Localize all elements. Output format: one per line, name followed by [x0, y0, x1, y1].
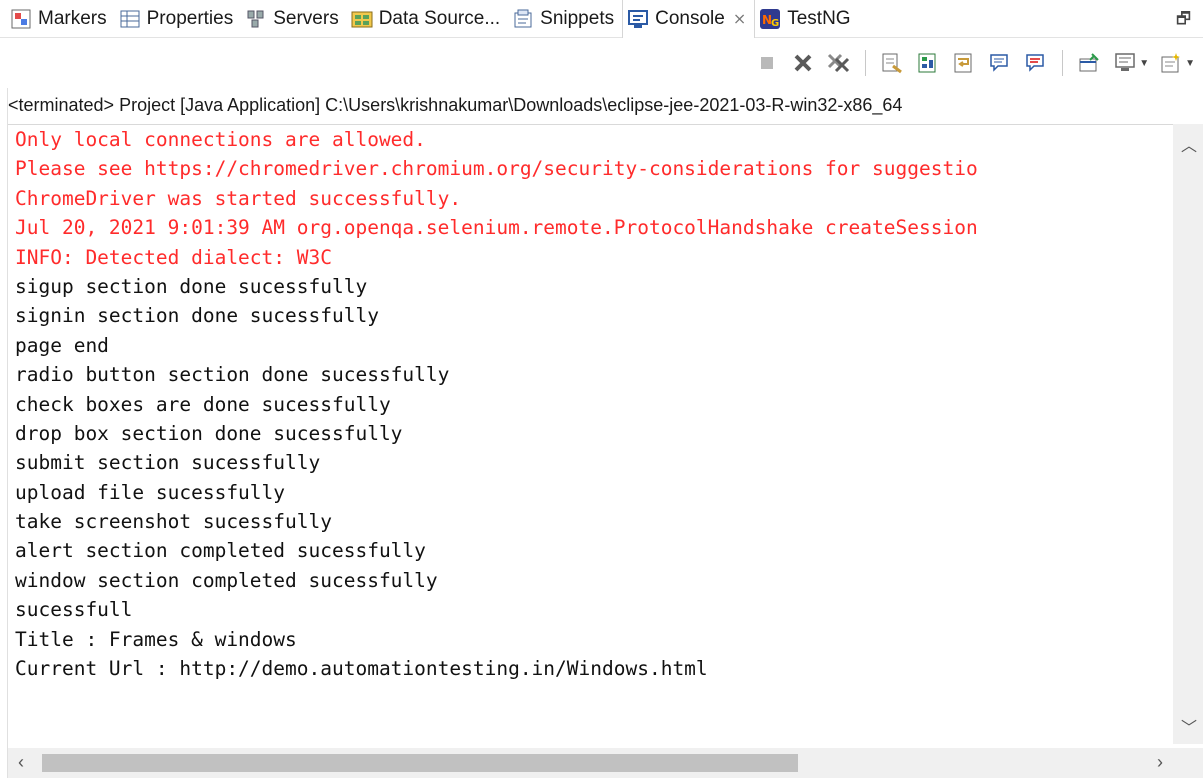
console-line: INFO: Detected dialect: W3C — [15, 245, 332, 269]
vertical-scrollbar[interactable]: ︿ ﹀ — [1173, 124, 1203, 744]
console-line: window section completed sucessfully — [15, 568, 438, 592]
console-line: Current Url : http://demo.automationtest… — [15, 657, 708, 681]
markers-icon — [10, 8, 32, 30]
clear-console-icon[interactable] — [878, 49, 906, 77]
console-line: alert section completed sucessfully — [15, 539, 426, 563]
console-line: drop box section done sucessfully — [15, 421, 403, 445]
console-line: upload file sucessfully — [15, 480, 286, 504]
scroll-lock-icon[interactable] — [914, 49, 942, 77]
testng-icon: NG — [759, 8, 781, 30]
console-line: take screenshot sucessfully — [15, 510, 332, 534]
data-source-icon — [351, 8, 373, 30]
close-icon[interactable]: ⨯ — [733, 9, 746, 29]
tab-console[interactable]: Console ⨯ — [622, 0, 756, 38]
horizontal-scroll-thumb[interactable] — [42, 754, 798, 772]
servers-icon — [245, 8, 267, 30]
tab-servers[interactable]: Servers — [241, 0, 346, 38]
remove-all-terminated-icon[interactable] — [825, 49, 853, 77]
show-on-stdout-icon[interactable] — [986, 49, 1014, 77]
console-icon — [627, 8, 649, 30]
console-line: signin section done sucessfully — [15, 304, 379, 328]
terminate-icon[interactable] — [753, 49, 781, 77]
tab-snippets[interactable]: Snippets — [508, 0, 622, 38]
display-selected-console-icon[interactable] — [1111, 49, 1139, 77]
open-console-icon[interactable] — [1157, 49, 1185, 77]
console-line: radio button section done sucessfully — [15, 363, 450, 387]
tab-properties[interactable]: Properties — [115, 0, 242, 38]
chevron-down-icon[interactable]: ▼ — [1185, 58, 1195, 69]
word-wrap-icon[interactable] — [950, 49, 978, 77]
console-toolbar: ▼ ▼ — [0, 38, 1203, 88]
console-line: sigup section done sucessfully — [15, 274, 368, 298]
console-output[interactable]: Only local connections are allowed. Pleas… — [8, 124, 1173, 744]
remove-launch-icon[interactable] — [789, 49, 817, 77]
launch-status-label: <terminated> Project [Java Application] … — [8, 95, 903, 115]
tab-label: TestNG — [787, 7, 851, 29]
show-on-stderr-icon[interactable] — [1022, 49, 1050, 77]
view-tab-bar: Markers Properties Servers Data Source..… — [0, 0, 1203, 38]
tab-markers[interactable]: Markers — [6, 0, 115, 38]
chevron-down-icon[interactable]: ▼ — [1139, 58, 1149, 69]
scrollbar-corner — [1173, 748, 1203, 778]
console-line: ChromeDriver was started successfully. — [15, 186, 462, 210]
console-line: submit section sucessfully — [15, 451, 321, 475]
properties-icon — [119, 8, 141, 30]
snippets-icon — [512, 8, 534, 30]
tab-label: Markers — [38, 7, 107, 29]
console-line: check boxes are done sucessfully — [15, 392, 391, 416]
chevron-right-icon[interactable]: › — [1157, 752, 1163, 773]
toolbar-separator — [1062, 50, 1064, 76]
tab-label: Properties — [146, 7, 234, 29]
tab-label: Snippets — [540, 7, 615, 29]
console-line: sucessfull — [15, 598, 133, 622]
restore-view-icon[interactable]: 🗗 — [1176, 8, 1191, 35]
console-line: Only local connections are allowed. — [15, 128, 426, 151]
tab-data-source[interactable]: Data Source... — [347, 0, 508, 38]
console-line: Title : Frames & windows — [15, 627, 297, 651]
tab-label: Console — [655, 7, 725, 29]
console-line: Jul 20, 2021 9:01:39 AM org.openqa.selen… — [15, 216, 978, 240]
panel-left-edge — [0, 88, 8, 778]
toolbar-separator — [865, 50, 867, 76]
horizontal-scrollbar[interactable]: ‹ › — [8, 748, 1173, 778]
svg-text:G: G — [771, 18, 779, 29]
chevron-down-icon[interactable]: ﹀ — [1181, 714, 1197, 738]
console-line: Please see https://chromedriver.chromium… — [15, 157, 978, 181]
tab-testng[interactable]: NG TestNG — [755, 0, 858, 38]
console-line: page end — [15, 333, 109, 357]
tab-label: Servers — [273, 7, 339, 29]
chevron-left-icon[interactable]: ‹ — [18, 752, 24, 773]
chevron-up-icon[interactable]: ︿ — [1181, 132, 1197, 156]
pin-console-icon[interactable] — [1075, 49, 1103, 77]
tab-label: Data Source... — [378, 7, 501, 29]
